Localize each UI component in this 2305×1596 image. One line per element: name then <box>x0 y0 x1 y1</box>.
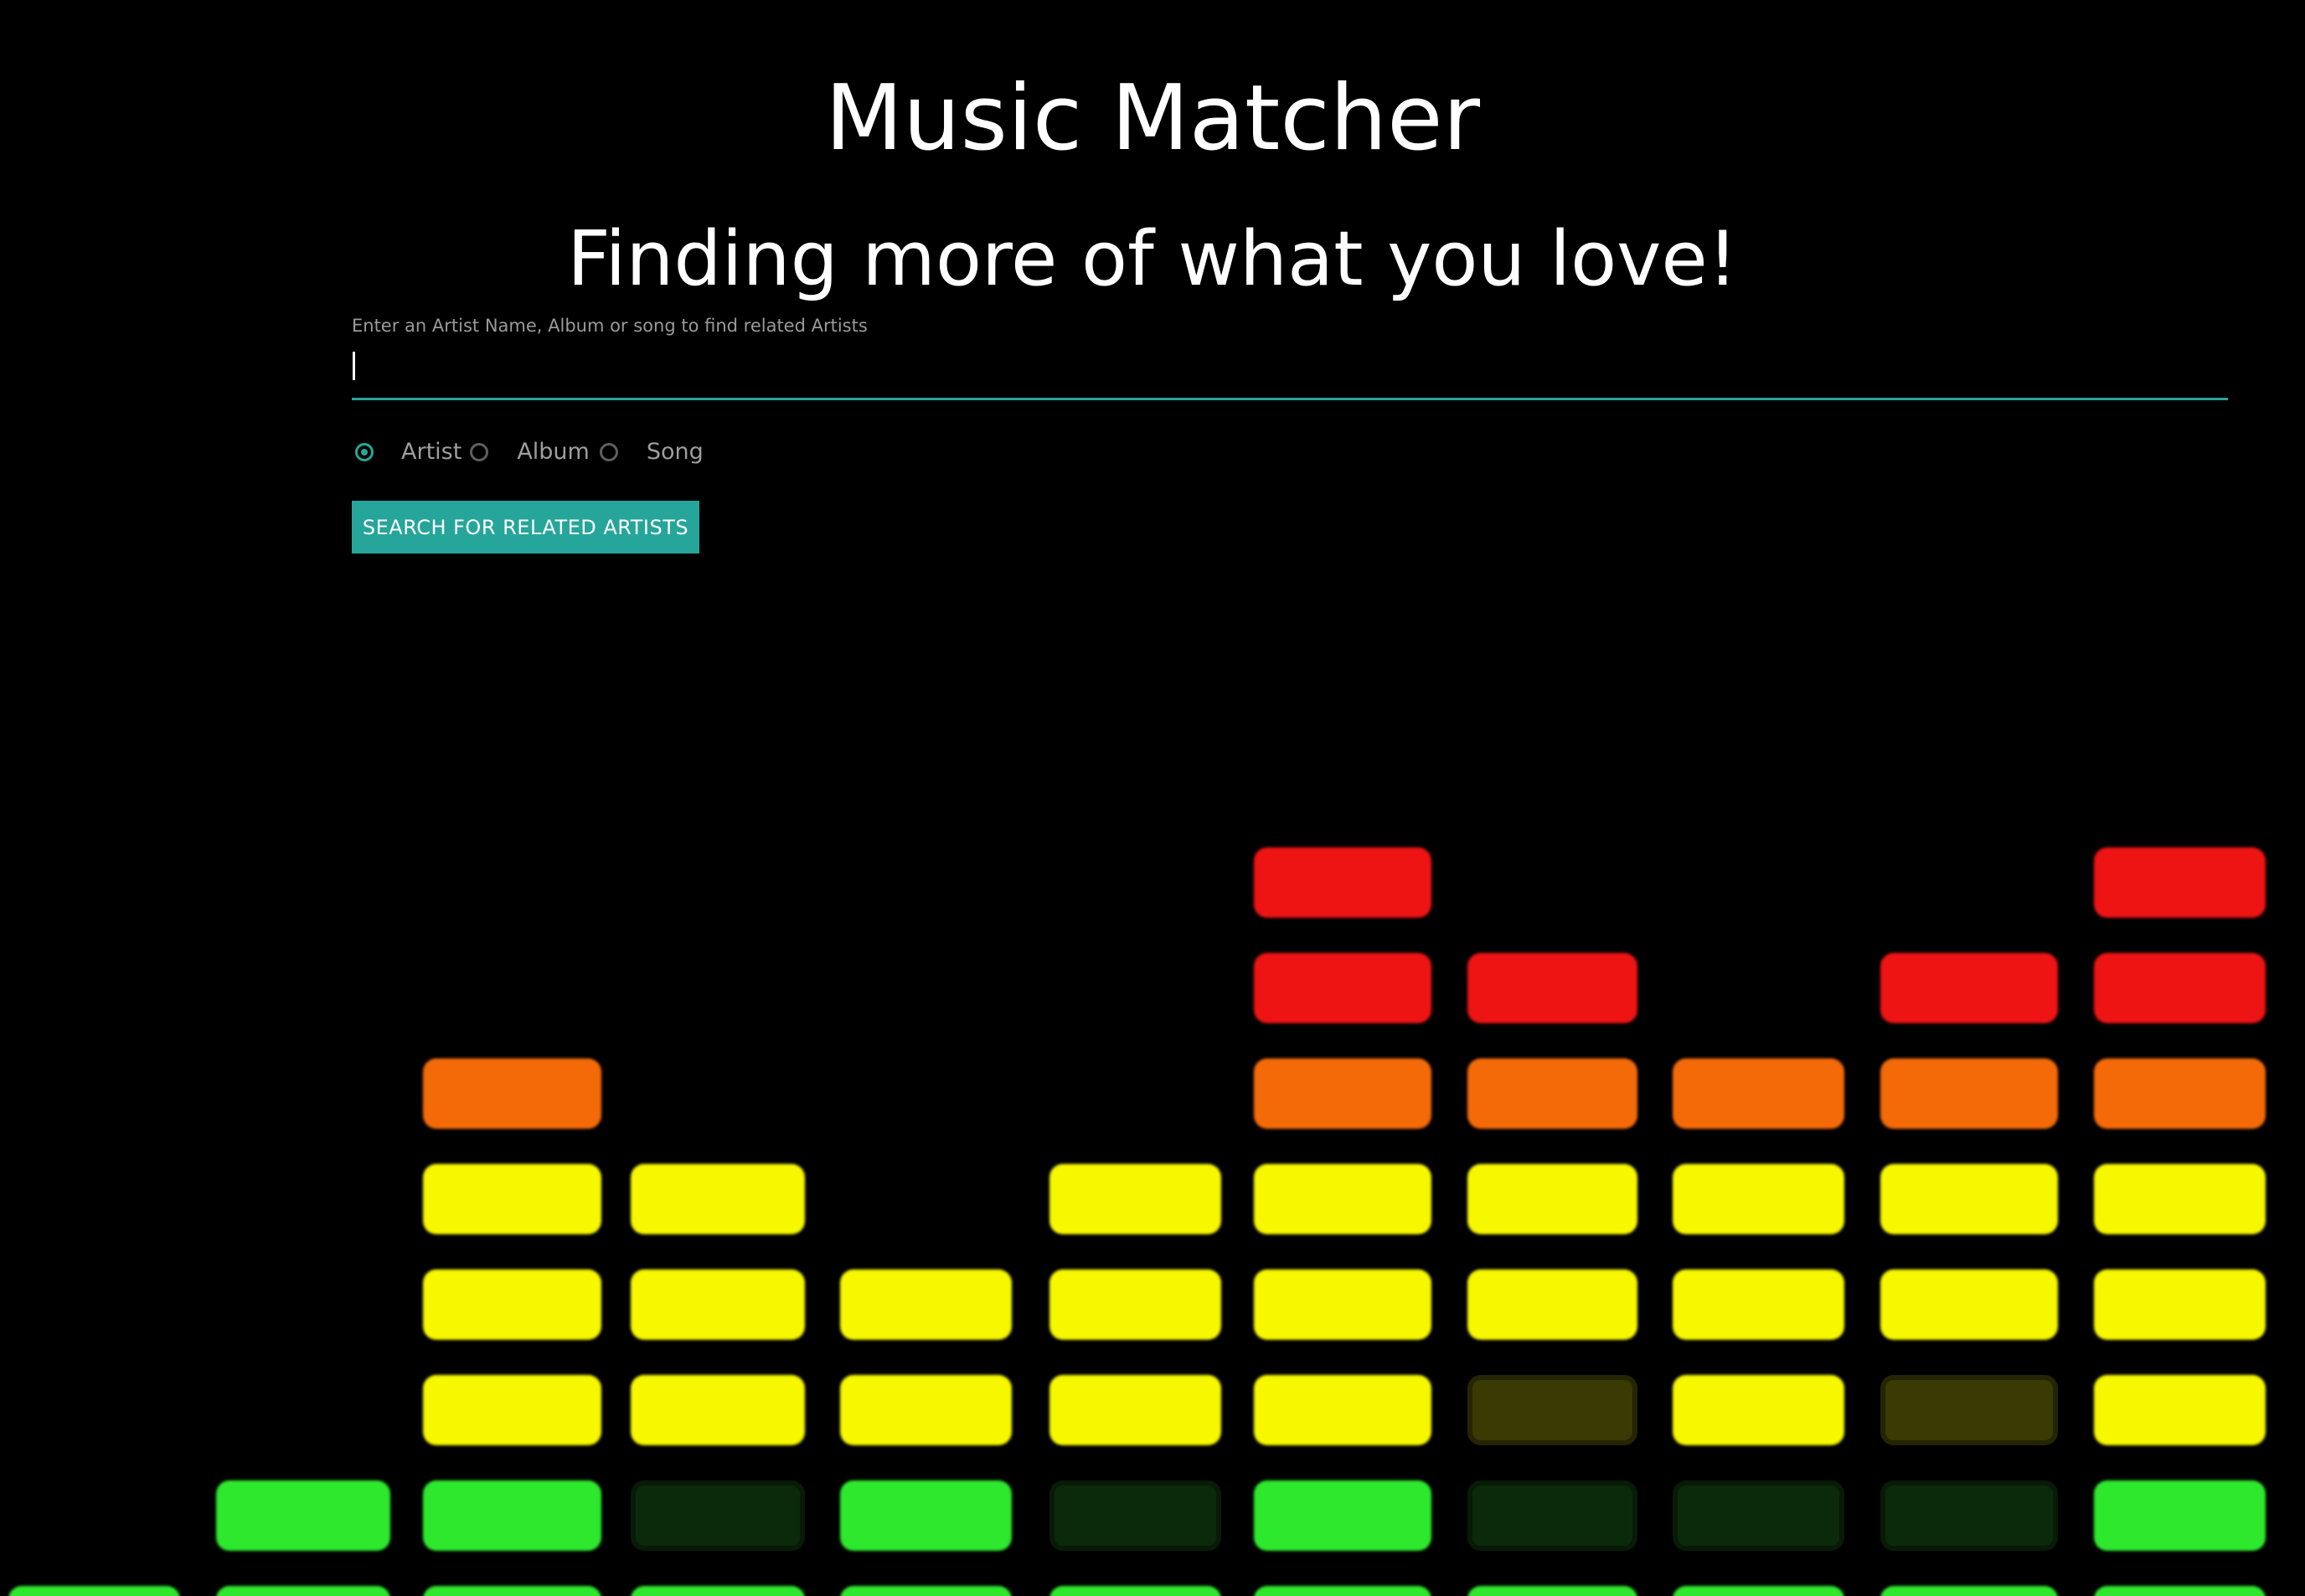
search-form: Enter an Artist Name, Album or song to f… <box>352 313 2228 400</box>
radio-album[interactable]: Album <box>470 435 600 469</box>
equalizer-bar-yellow <box>1467 1269 1637 1340</box>
search-input[interactable] <box>352 348 2228 400</box>
radio-artist-indicator[interactable] <box>355 443 374 461</box>
text-caret <box>353 352 355 380</box>
equalizer-bar-red <box>2094 847 2266 918</box>
equalizer-bar-orange <box>1880 1058 2058 1129</box>
equalizer-bar-yellow <box>1673 1375 1844 1445</box>
equalizer-bar-yellow <box>1254 1269 1431 1340</box>
equalizer-bar-green <box>216 1480 390 1551</box>
equalizer-bar-dim-green <box>1049 1480 1221 1551</box>
search-input-label: Enter an Artist Name, Album or song to f… <box>352 316 868 336</box>
equalizer-bar-yellow <box>423 1375 601 1445</box>
equalizer-bar-green <box>216 1586 390 1596</box>
radio-album-indicator[interactable] <box>470 443 489 461</box>
search-related-artists-button[interactable]: SEARCH FOR RELATED ARTISTS <box>352 501 699 553</box>
equalizer-bar-yellow <box>1049 1375 1221 1445</box>
equalizer-bar-red <box>1467 953 1637 1023</box>
equalizer-bar-orange <box>1673 1058 1844 1129</box>
equalizer-bar-dim-yellow <box>1467 1375 1637 1445</box>
equalizer-bar-dim-yellow <box>1880 1375 2058 1445</box>
equalizer-bar-yellow <box>1049 1164 1221 1234</box>
equalizer-bar-orange <box>423 1058 601 1129</box>
equalizer-bar-green <box>2094 1480 2266 1551</box>
equalizer-bar-green <box>1467 1586 1637 1596</box>
radio-song-label[interactable]: Song <box>647 435 704 469</box>
equalizer-bar-yellow <box>1467 1164 1637 1234</box>
equalizer-bar-yellow <box>1673 1269 1844 1340</box>
equalizer-bar-green <box>1049 1586 1221 1596</box>
equalizer-bar-green <box>2094 1586 2266 1596</box>
page: Music Matcher Finding more of what you l… <box>0 0 2305 1596</box>
page-title: Music Matcher <box>825 66 1480 171</box>
equalizer-bar-green <box>1254 1480 1431 1551</box>
radio-artist-label[interactable]: Artist <box>401 435 462 469</box>
equalizer-bar-yellow <box>631 1375 805 1445</box>
equalizer-bar-yellow <box>1254 1375 1431 1445</box>
radio-artist[interactable]: Artist <box>355 435 470 469</box>
equalizer-bar-dim-green <box>631 1480 805 1551</box>
equalizer-bar-yellow <box>631 1269 805 1340</box>
equalizer-bar-yellow <box>2094 1164 2266 1234</box>
equalizer-bar-green <box>8 1586 180 1596</box>
equalizer-bar-yellow <box>423 1269 601 1340</box>
equalizer-bar-yellow <box>631 1164 805 1234</box>
equalizer-bar-green <box>423 1480 601 1551</box>
equalizer-bar-yellow <box>1049 1269 1221 1340</box>
radio-album-label[interactable]: Album <box>517 435 590 469</box>
equalizer-bar-yellow <box>840 1375 1012 1445</box>
equalizer-bar-dim-green <box>1673 1480 1844 1551</box>
equalizer-bar-green <box>840 1586 1012 1596</box>
equalizer-bar-red <box>1880 953 2058 1023</box>
equalizer-bar-dim-green <box>1467 1480 1637 1551</box>
equalizer-bar-red <box>1254 847 1431 918</box>
equalizer-bar-yellow <box>1673 1164 1844 1234</box>
equalizer-bar-orange <box>2094 1058 2266 1129</box>
equalizer-bar-yellow <box>2094 1269 2266 1340</box>
equalizer-bar-red <box>2094 953 2266 1023</box>
radio-song[interactable]: Song <box>599 435 704 469</box>
radio-song-indicator[interactable] <box>599 443 618 461</box>
equalizer-bar-green <box>423 1586 601 1596</box>
equalizer-bar-red <box>1254 953 1431 1023</box>
equalizer-bar-orange <box>1467 1058 1637 1129</box>
equalizer-bar-green <box>1254 1586 1431 1596</box>
equalizer-bar-yellow <box>1254 1164 1431 1234</box>
equalizer-bar-yellow <box>1880 1269 2058 1340</box>
equalizer-bar-dim-green <box>1880 1480 2058 1551</box>
equalizer-bar-green <box>1880 1586 2058 1596</box>
equalizer-bar-orange <box>1254 1058 1431 1129</box>
search-type-radio-group: Artist Album Song <box>355 435 704 469</box>
equalizer-bar-green <box>840 1480 1012 1551</box>
equalizer-bar-green <box>631 1586 805 1596</box>
equalizer-bar-yellow <box>2094 1375 2266 1445</box>
equalizer-bar-yellow <box>840 1269 1012 1340</box>
equalizer-bar-yellow <box>423 1164 601 1234</box>
equalizer-bar-yellow <box>1880 1164 2058 1234</box>
equalizer-bar-green <box>1673 1586 1844 1596</box>
page-subtitle: Finding more of what you love! <box>567 215 1738 303</box>
